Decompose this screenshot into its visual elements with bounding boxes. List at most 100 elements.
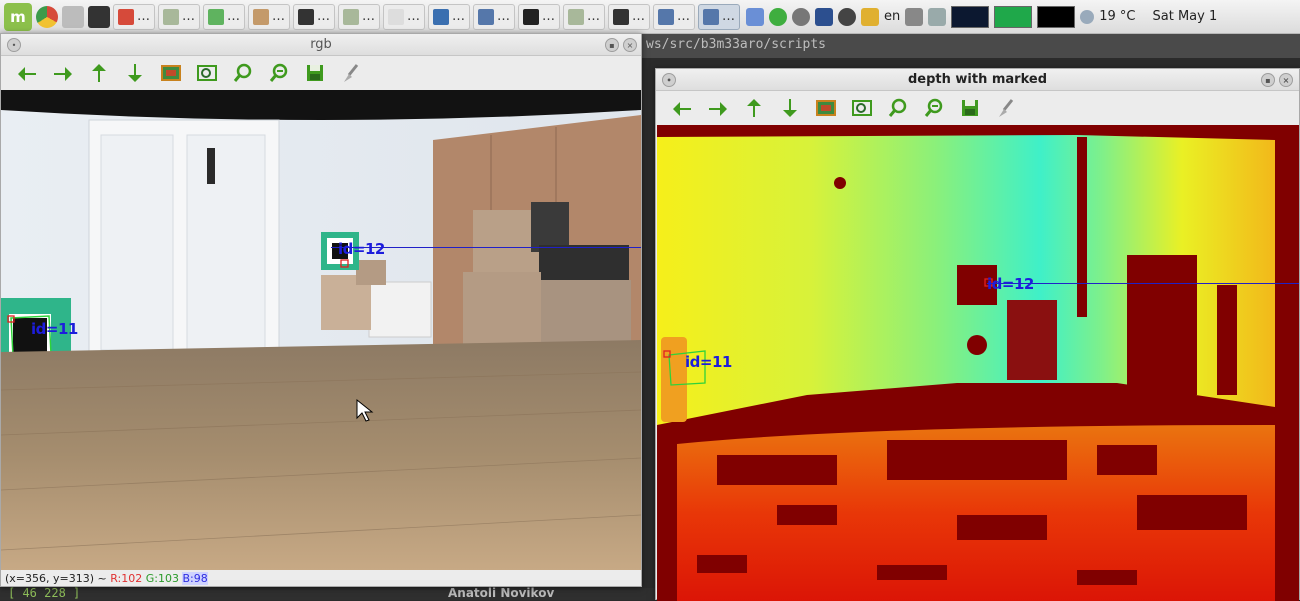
clock[interactable]: Sat May 1 [1153,9,1218,24]
update-check-icon[interactable] [769,7,787,26]
maximize-icon[interactable]: ▪ [605,38,619,52]
rgb-window: • rgb ▪ × id=12 id=11 (x=356, y=313) ~ R… [0,33,642,587]
arrow-up-icon[interactable] [736,94,772,122]
window-menu-icon[interactable]: • [662,73,676,87]
zoom-in-icon[interactable] [225,59,261,87]
taskbar-button-label: … [362,9,375,24]
weather-icon[interactable] [1080,9,1095,24]
arrow-left-icon[interactable] [9,59,45,87]
zoom-region-icon[interactable] [189,59,225,87]
network-icon[interactable] [928,7,947,26]
image-icon[interactable] [153,59,189,87]
close-icon[interactable]: × [1279,73,1293,87]
taskbar-button[interactable]: … [248,3,290,30]
background-terminal: ws/src/b3m33aro/scripts [640,34,1300,58]
taskbar-button[interactable]: … [203,3,245,30]
taskbar: …………………………………… [110,3,740,30]
files-launcher-icon[interactable] [62,5,84,28]
window-menu-icon[interactable]: • [7,38,21,52]
marker-label: id=11 [685,353,732,371]
display-icon[interactable] [861,7,879,26]
rgb-statusbar: (x=356, y=313) ~ R:102 G:103 B:98 [1,572,641,586]
contact-name: Anatoli Novikov [448,586,555,600]
taskbar-button-label: … [542,9,555,24]
depth-toolbar [656,91,1299,125]
marker-label: id=12 [987,275,1034,293]
taskbar-button-label: … [137,9,150,24]
cpu-graph-icon[interactable] [1037,5,1076,28]
rgb-toolbar [1,56,641,90]
window-title: rgb [310,37,332,52]
taskbar-button[interactable]: … [293,3,335,30]
brush-icon[interactable] [988,94,1024,122]
taskbar-button[interactable]: … [158,3,200,30]
rgb-image[interactable]: id=12 id=11 [1,90,641,570]
pycharm-icon [523,8,539,25]
taskbar-button[interactable]: … [338,3,380,30]
save-icon[interactable] [297,59,333,87]
temperature[interactable]: 19 °C [1099,9,1135,24]
arrow-down-icon[interactable] [117,59,153,87]
window-title: depth with marked [907,72,1048,87]
terminal-path: ws/src/b3m33aro/scripts [646,37,827,52]
close-icon[interactable]: × [623,38,637,52]
arrow-down-icon[interactable] [772,94,808,122]
taskbar-button[interactable]: … [608,3,650,30]
taskbar-button[interactable]: … [383,3,425,30]
terminal-output: [ 46 228 ] [8,586,81,600]
terminal-icon [298,8,314,25]
maximize-icon[interactable]: ▪ [1261,73,1275,87]
folder-icon [343,8,359,25]
taskbar-button[interactable]: … [698,3,740,30]
bluetooth-icon[interactable] [838,7,856,26]
folder-icon [568,8,584,25]
arrow-right-icon[interactable] [700,94,736,122]
taskbar-button-label: … [632,9,645,24]
save-icon[interactable] [952,94,988,122]
taskbar-button[interactable]: … [473,3,515,30]
zoom-out-icon[interactable] [261,59,297,87]
taskbar-button-label: … [677,9,690,24]
image-icon[interactable] [808,94,844,122]
volume-icon[interactable] [905,7,924,26]
shield-icon[interactable] [815,7,833,26]
system-tray: en 19 °C Sat May 1 [746,5,1218,28]
window-icon [658,8,674,25]
editor-icon [253,8,269,25]
taskbar-button[interactable]: … [113,3,155,30]
window-icon [478,8,494,25]
zoom-region-icon[interactable] [844,94,880,122]
taskbar-button-label: … [722,9,735,24]
pixel-blue: B:98 [182,572,208,585]
rgb-titlebar[interactable]: • rgb ▪ × [1,34,641,56]
zoom-out-icon[interactable] [916,94,952,122]
taskbar-button[interactable]: … [518,3,560,30]
terminal-launcher-icon[interactable] [88,5,110,28]
keyboard-language[interactable]: en [884,9,900,24]
terminal-icon [613,8,629,25]
depth-image[interactable]: id=12 id=11 [657,125,1299,601]
taskbar-button-label: … [227,9,240,24]
arrow-left-icon[interactable] [664,94,700,122]
taskbar-button-label: … [272,9,285,24]
taskbar-button-label: … [587,9,600,24]
mint-menu-icon[interactable]: m [4,2,32,31]
depth-titlebar[interactable]: • depth with marked ▪ × [656,69,1299,91]
taskbar-button[interactable]: … [563,3,605,30]
cat-icon[interactable] [792,7,810,26]
chrome-launcher-icon[interactable] [36,5,58,28]
network-graph-icon[interactable] [951,5,990,28]
zoom-in-icon[interactable] [880,94,916,122]
memory-graph-icon[interactable] [994,5,1033,28]
brush-icon[interactable] [333,59,369,87]
arrow-right-icon[interactable] [45,59,81,87]
pixel-green: G:103 [145,572,179,585]
taskbar-button[interactable]: … [428,3,470,30]
marker-label: id=11 [31,320,78,338]
thunderbird-icon [433,8,449,25]
depth-map [657,125,1299,601]
search-icon[interactable] [746,7,764,26]
document-icon [388,8,404,25]
taskbar-button[interactable]: … [653,3,695,30]
arrow-up-icon[interactable] [81,59,117,87]
